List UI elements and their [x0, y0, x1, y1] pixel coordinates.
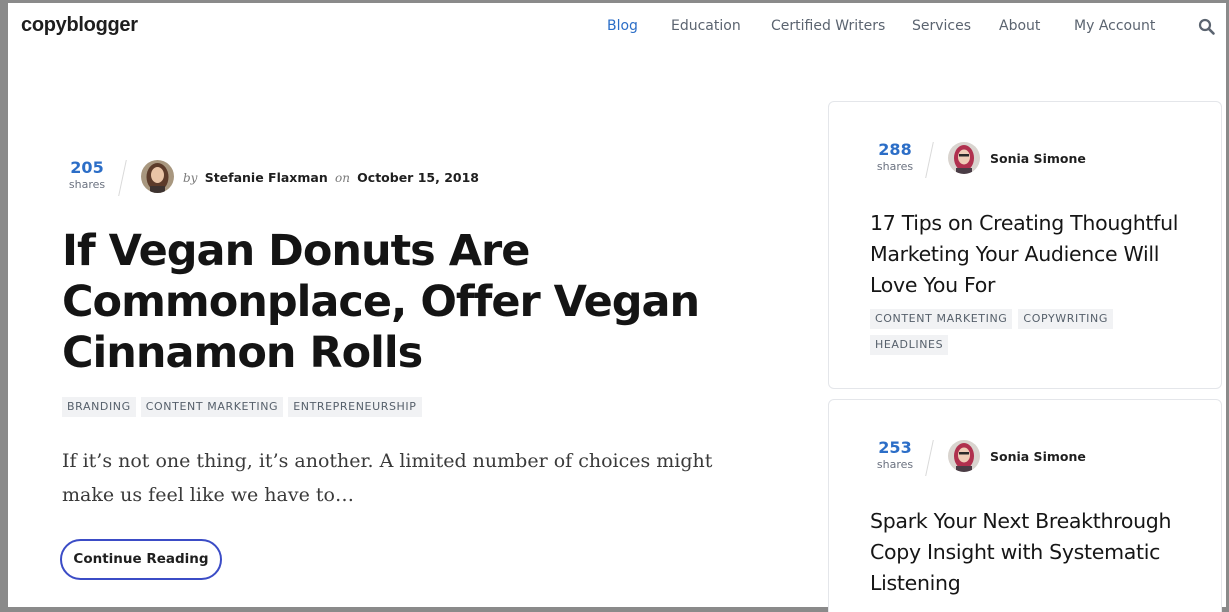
author-name[interactable]: Sonia Simone: [990, 151, 1086, 166]
byline-by: by: [183, 171, 198, 185]
tag-copywriting[interactable]: COPYWRITING: [1018, 309, 1113, 329]
nav-services[interactable]: Services: [912, 18, 971, 34]
author-avatar[interactable]: [948, 142, 980, 174]
meta-divider: [925, 142, 934, 178]
nav-certified-writers[interactable]: Certified Writers: [771, 18, 885, 34]
byline-on: on: [334, 171, 350, 185]
tag-entrepreneurship[interactable]: ENTREPRENEURSHIP: [288, 397, 422, 417]
nav-my-account[interactable]: My Account: [1074, 18, 1155, 34]
card-title[interactable]: Spark Your Next Breakthrough Copy Insigh…: [870, 506, 1200, 599]
search-icon[interactable]: [1198, 18, 1216, 36]
sidebar-card: 253 shares Sonia Simone Spark Your Next …: [828, 399, 1222, 612]
article-title[interactable]: If Vegan Donuts Are Commonplace, Offer V…: [62, 226, 762, 379]
tag-content-marketing[interactable]: CONTENT MARKETING: [870, 309, 1013, 329]
tag-headlines[interactable]: HEADLINES: [870, 335, 949, 355]
author-avatar[interactable]: [948, 440, 980, 472]
nav-education[interactable]: Education: [671, 18, 741, 34]
author-avatar[interactable]: [141, 160, 174, 193]
share-count: 253 shares: [869, 438, 921, 472]
tag-content-marketing[interactable]: CONTENT MARKETING: [140, 397, 284, 417]
meta-divider: [925, 440, 934, 476]
article-excerpt: If it’s not one thing, it’s another. A l…: [62, 450, 713, 506]
author-name[interactable]: Stefanie Flaxman: [205, 170, 328, 185]
share-count-number: 288: [878, 140, 912, 159]
meta-divider: [118, 160, 127, 196]
article-tags: BRANDING CONTENT MARKETING ENTREPRENEURS…: [62, 397, 422, 417]
author-name[interactable]: Sonia Simone: [990, 449, 1086, 464]
nav-blog[interactable]: Blog: [607, 18, 638, 34]
continue-reading-button[interactable]: Continue Reading: [60, 539, 222, 580]
share-count-label: shares: [876, 458, 914, 471]
share-count-label: shares: [876, 160, 914, 173]
share-count-number: 253: [878, 438, 912, 457]
card-tags: CONTENT MARKETING COPYWRITING HEADLINES: [870, 309, 1170, 355]
tag-branding[interactable]: BRANDING: [62, 397, 136, 417]
share-count-label: shares: [68, 178, 106, 191]
byline: by Stefanie Flaxman on October 15, 2018: [183, 170, 479, 185]
article-meta: 205 shares by Stefanie Flaxman on Octobe…: [62, 158, 762, 196]
nav-about[interactable]: About: [999, 18, 1040, 34]
main-nav: Blog Education Certified Writers Service…: [0, 18, 1229, 38]
sidebar-card: 288 shares Sonia Simone 17 Tips on Creat…: [828, 101, 1222, 389]
card-title[interactable]: 17 Tips on Creating Thoughtful Marketing…: [870, 208, 1200, 301]
share-count: 288 shares: [869, 140, 921, 174]
publish-date: October 15, 2018: [357, 170, 479, 185]
share-count-number: 205: [70, 158, 104, 177]
share-count: 205 shares: [62, 158, 112, 192]
